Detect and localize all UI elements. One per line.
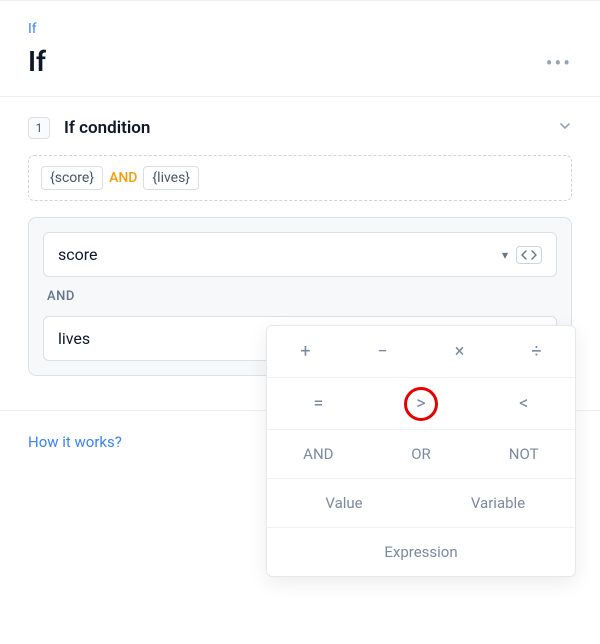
input-value: score bbox=[58, 245, 98, 264]
dropdown-caret-icon[interactable]: ▾ bbox=[502, 248, 508, 262]
arithmetic-row: + − × ÷ bbox=[267, 326, 575, 378]
expression-row: Expression bbox=[267, 528, 575, 576]
code-toggle-button[interactable] bbox=[516, 246, 542, 264]
compare-row: = > < bbox=[267, 378, 575, 430]
page-header: If If ••• bbox=[0, 0, 600, 97]
op-and[interactable]: AND bbox=[267, 430, 370, 478]
op-plus[interactable]: + bbox=[267, 326, 344, 377]
value-variable-row: Value Variable bbox=[267, 479, 575, 528]
section-title: If condition bbox=[64, 118, 544, 138]
op-or[interactable]: OR bbox=[370, 430, 473, 478]
op-value[interactable]: Value bbox=[267, 479, 421, 527]
logic-row: AND OR NOT bbox=[267, 430, 575, 479]
section-header[interactable]: 1 If condition bbox=[28, 117, 572, 139]
chevron-down-icon[interactable] bbox=[558, 119, 572, 137]
op-not[interactable]: NOT bbox=[472, 430, 575, 478]
connector-label: AND bbox=[43, 277, 557, 316]
more-menu-button[interactable]: ••• bbox=[546, 51, 572, 75]
op-less-than[interactable]: < bbox=[472, 378, 575, 429]
input-value: lives bbox=[58, 329, 90, 348]
op-multiply[interactable]: × bbox=[421, 326, 498, 377]
variable-chip-lives[interactable]: {lives} bbox=[143, 166, 199, 190]
operator-chip-and: AND bbox=[109, 170, 137, 186]
op-variable[interactable]: Variable bbox=[421, 479, 575, 527]
op-divide[interactable]: ÷ bbox=[498, 326, 575, 377]
variable-chip-score[interactable]: {score} bbox=[41, 166, 103, 190]
op-equals[interactable]: = bbox=[267, 378, 370, 429]
op-expression[interactable]: Expression bbox=[267, 528, 575, 576]
operator-picker-popup: + − × ÷ = > < AND OR NOT Value Variable … bbox=[266, 325, 576, 577]
condition-input-1[interactable]: score ▾ bbox=[43, 232, 557, 277]
op-minus[interactable]: − bbox=[344, 326, 421, 377]
expression-preview: {score} AND {lives} bbox=[28, 155, 572, 201]
breadcrumb[interactable]: If bbox=[28, 21, 572, 37]
page-title: If bbox=[28, 45, 572, 78]
step-number-badge: 1 bbox=[28, 117, 50, 139]
op-greater-than[interactable]: > bbox=[370, 378, 473, 429]
